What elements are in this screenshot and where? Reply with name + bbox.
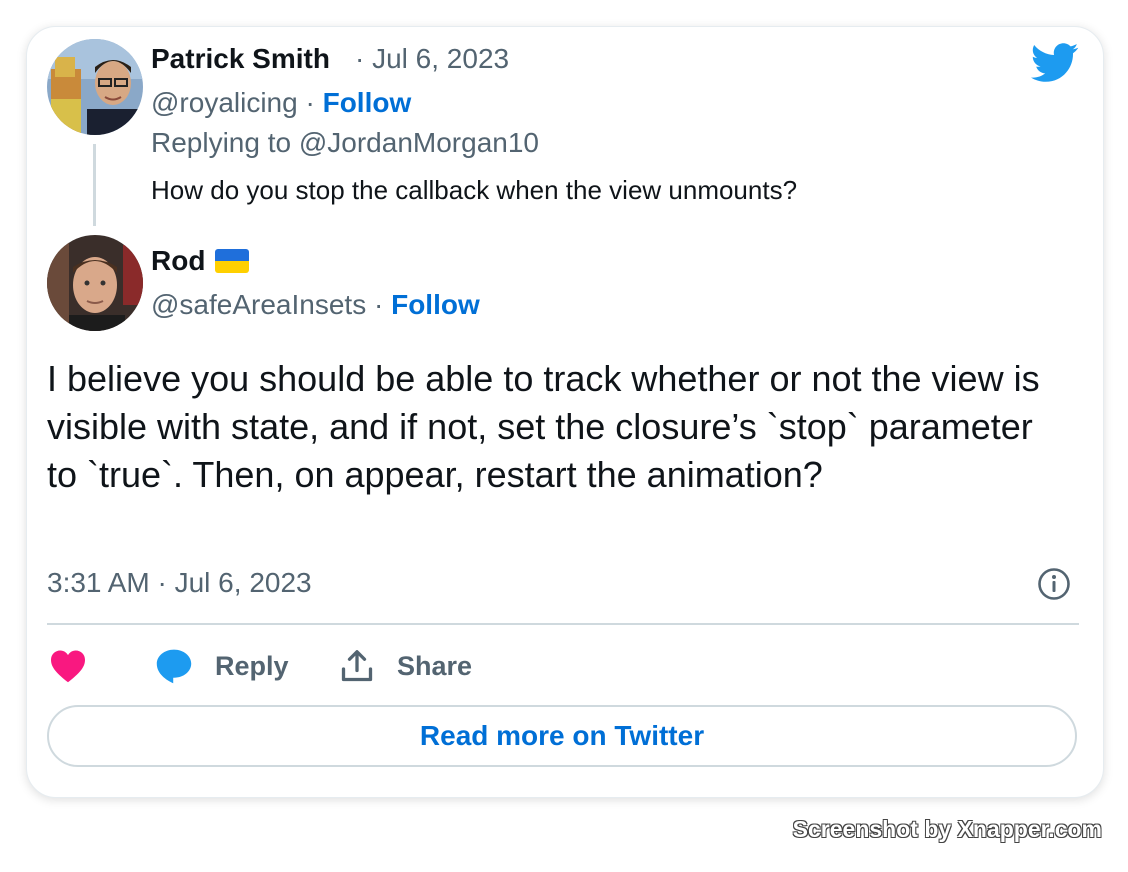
read-more-label: Read more on Twitter (419, 720, 705, 751)
like-button[interactable] (49, 647, 87, 685)
parent-handle-row: @royalicing · Follow (151, 87, 411, 119)
heart-icon (51, 650, 85, 683)
reply-bubble-icon (156, 649, 192, 684)
reply-label: Reply (215, 650, 289, 681)
twitter-logo-icon[interactable] (1030, 43, 1079, 83)
parent-author-name-text[interactable]: Patrick Smith (151, 43, 330, 74)
share-label: Share (397, 650, 473, 681)
main-tweet-text: I believe you should be able to track wh… (47, 358, 1040, 495)
patrick-avatar[interactable] (47, 39, 143, 135)
parent-follow-separator: · (305, 87, 315, 118)
main-author-name[interactable]: Rod (151, 245, 205, 277)
replying-to-text[interactable]: Replying to @JordanMorgan10 (151, 127, 539, 158)
read-more-button[interactable]: Read more on Twitter (47, 705, 1077, 767)
thread-connector-line (93, 144, 96, 226)
parent-date-text[interactable]: · Jul 6, 2023 (355, 43, 509, 74)
replying-to-line: Replying to @JordanMorgan10 (151, 127, 539, 159)
main-follow-button[interactable]: Follow (391, 289, 480, 320)
parent-tweet-text: How do you stop the callback when the vi… (151, 175, 798, 205)
share-icon (341, 650, 373, 682)
main-author-name-row: Rod (151, 245, 250, 277)
main-handle[interactable]: @safeAreaInsets (151, 289, 366, 320)
main-handle-row: @safeAreaInsets · Follow (151, 289, 480, 321)
share-button[interactable]: Share (339, 647, 472, 685)
tweet-card: Patrick Smith · Jul 6, 2023 @royalicing … (26, 26, 1104, 798)
main-follow-separator: · (373, 289, 384, 320)
info-icon[interactable] (1037, 567, 1071, 601)
watermark: Screenshot by Xnapper.com (792, 816, 1102, 842)
parent-date[interactable]: · Jul 6, 2023 (355, 43, 509, 75)
parent-follow-button[interactable]: Follow (323, 87, 412, 118)
rod-avatar[interactable] (47, 235, 143, 331)
parent-handle[interactable]: @royalicing (151, 87, 298, 118)
ukraine-flag-icon (215, 249, 250, 273)
reply-button[interactable]: Reply (155, 647, 289, 685)
parent-author-name[interactable]: Patrick Smith (151, 43, 330, 75)
tweet-timestamp[interactable]: 3:31 AM · Jul 6, 2023 (47, 567, 312, 599)
action-divider (47, 623, 1079, 625)
